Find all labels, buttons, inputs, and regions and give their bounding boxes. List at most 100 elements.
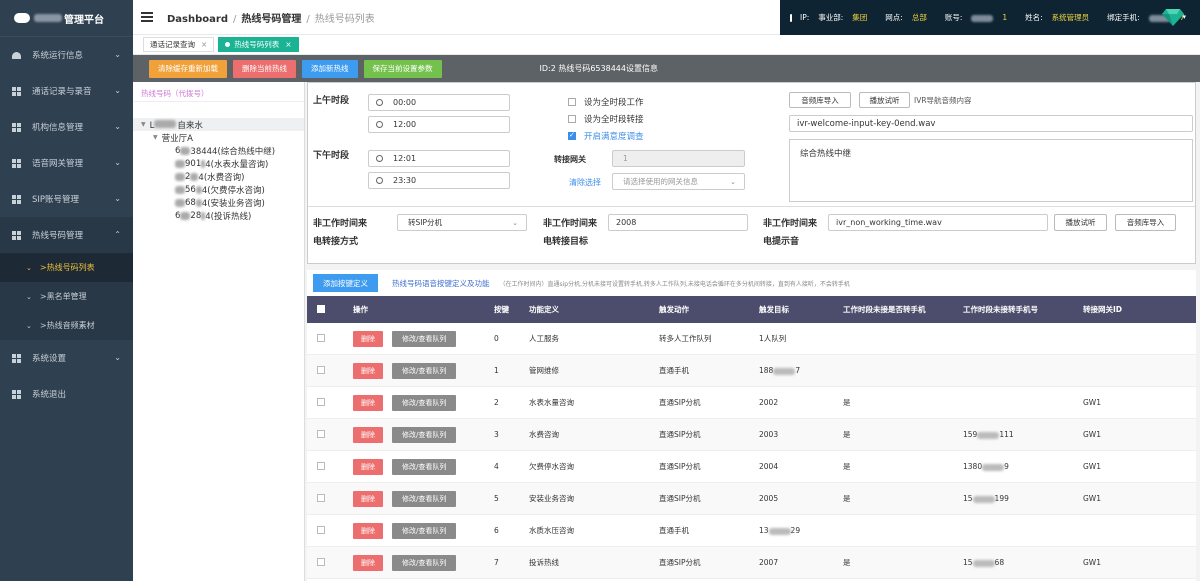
pm-period-label: 下午时段: [313, 151, 350, 161]
tab-hotline-list[interactable]: 热线号码列表 ×: [218, 37, 299, 52]
row-checkbox[interactable]: [317, 493, 325, 502]
account-info: 账号: 1: [944, 13, 1008, 22]
delete-button[interactable]: 删除: [353, 522, 383, 539]
offwork-target-input[interactable]: 2008: [608, 214, 748, 231]
sidebar-subitem-blacklist[interactable]: ⌄ >黑名单管理: [0, 282, 133, 311]
close-icon[interactable]: ×: [285, 40, 291, 49]
tree-leaf[interactable]: 2 4(水费咨询): [133, 170, 304, 183]
all-day-transfer-checkbox[interactable]: 设为全时段转接: [568, 113, 644, 125]
tree-node-label: L 自来水: [149, 119, 203, 131]
cell-target: 2005: [759, 494, 779, 503]
diamond-icon[interactable]: [1162, 7, 1184, 27]
edit-queue-button[interactable]: 修改/查看队列: [392, 458, 457, 475]
breadcrumb-dashboard[interactable]: Dashboard: [167, 14, 228, 25]
tree-leaf[interactable]: 56 4(欠费停水咨询): [133, 183, 304, 196]
cloud-upload-icon: [14, 13, 30, 23]
checkbox[interactable]: [568, 98, 576, 106]
sidebar-item-call-records[interactable]: 通话记录与录音 ⌄: [0, 73, 133, 109]
add-hotline-button[interactable]: 添加新热线: [302, 59, 358, 78]
row-checkbox[interactable]: [317, 429, 325, 438]
checkbox-checked[interactable]: [568, 131, 576, 140]
key-definition-link[interactable]: 热线号码语音按键定义及功能: [392, 278, 490, 289]
checkbox[interactable]: [568, 115, 576, 123]
sidebar-item-voice-gateway[interactable]: 语音网关管理 ⌄: [0, 145, 133, 181]
sidebar-item-label: 系统设置: [32, 354, 67, 364]
offwork-transfer-select[interactable]: 转SIP分机 ⌄: [397, 214, 527, 231]
sidebar-item-hotline[interactable]: 热线号码管理 ⌃: [0, 217, 133, 253]
hamburger-menu-icon[interactable]: [141, 12, 153, 22]
row-checkbox[interactable]: [317, 461, 325, 470]
tree-leaf[interactable]: 6 28 4(投诉热线): [133, 209, 304, 222]
offwork-audio-import-button[interactable]: 音频库导入: [1115, 214, 1176, 231]
sidebar-item-label: 通话记录与录音: [32, 87, 92, 97]
am-end-time-input[interactable]: 12:00: [368, 116, 510, 133]
row-checkbox[interactable]: [317, 525, 325, 534]
audio-library-import-button[interactable]: 音频库导入: [789, 92, 851, 108]
chevron-down-icon[interactable]: ▾: [1182, 13, 1186, 21]
delete-button[interactable]: 删除: [353, 554, 383, 571]
edit-queue-button[interactable]: 修改/查看队列: [392, 490, 457, 507]
am-start-time-input[interactable]: 00:00: [368, 94, 510, 111]
tree-leaf[interactable]: 901 4(水表水量咨询): [133, 157, 304, 170]
caret-down-icon[interactable]: ▼: [141, 121, 146, 128]
reload-cache-button[interactable]: 清除缓存重新加载: [149, 59, 227, 78]
delete-button[interactable]: 删除: [353, 426, 383, 443]
gateway-select[interactable]: 请选择使用的网关信息 ⌄: [612, 173, 745, 190]
hotline-settings-panel: 上午时段 00:00 12:00 下午时段 12:01 23:30 设为全时段工…: [307, 82, 1196, 264]
sidebar-item-settings[interactable]: 系统设置 ⌄: [0, 340, 133, 376]
tree-node-branch[interactable]: ▼ 营业厅A: [133, 131, 304, 144]
select-all-checkbox[interactable]: [317, 304, 325, 313]
edit-queue-button[interactable]: 修改/查看队列: [392, 554, 457, 571]
offwork-prompt-input[interactable]: ivr_non_working_time.wav: [828, 214, 1048, 231]
caret-down-icon[interactable]: ▼: [153, 134, 158, 141]
row-checkbox[interactable]: [317, 557, 325, 566]
gateway-input[interactable]: 1: [612, 150, 745, 167]
edit-queue-button[interactable]: 修改/查看队列: [392, 330, 457, 347]
sidebar-item-org-info[interactable]: 机构信息管理 ⌄: [0, 109, 133, 145]
chevron-down-icon: ⌄: [114, 353, 121, 362]
sidebar-item-system-status[interactable]: 系统运行信息 ⌄: [0, 37, 133, 73]
ivr-audio-file-input[interactable]: ivr-welcome-input-key-0end.wav: [789, 115, 1193, 132]
delete-button[interactable]: 删除: [353, 362, 383, 379]
sidebar-item-logout[interactable]: 系统退出: [0, 376, 133, 412]
breadcrumb-hotline[interactable]: 热线号码管理: [241, 14, 301, 25]
chevron-down-icon: ⌄: [114, 194, 121, 203]
delete-button[interactable]: 删除: [353, 458, 383, 475]
delete-button[interactable]: 删除: [353, 394, 383, 411]
tree-leaf[interactable]: 68 4(安装业务咨询): [133, 196, 304, 209]
tab-label: 通话记录查询: [150, 40, 195, 49]
row-checkbox[interactable]: [317, 397, 325, 406]
pm-start-time-input[interactable]: 12:01: [368, 150, 510, 167]
edit-queue-button[interactable]: 修改/查看队列: [392, 394, 457, 411]
save-settings-button[interactable]: 保存当前设置参数: [363, 59, 442, 78]
play-preview-button[interactable]: 播放试听: [859, 92, 910, 108]
close-icon[interactable]: ×: [201, 40, 207, 49]
delete-hotline-button[interactable]: 删除当前热线: [233, 59, 296, 78]
add-key-definition-button[interactable]: 添加按键定义: [313, 274, 378, 292]
edit-queue-button[interactable]: 修改/查看队列: [392, 362, 457, 379]
cell-function: 人工服务: [529, 334, 559, 343]
pm-end-time-input[interactable]: 23:30: [368, 172, 510, 189]
chevron-down-icon: ⌄: [114, 122, 121, 131]
grid-icon: [12, 353, 21, 363]
clear-selection-link[interactable]: 清除选择: [569, 177, 601, 188]
sidebar-subitem-hotline-list[interactable]: ⌄ >热线号码列表: [0, 253, 133, 282]
tab-call-records[interactable]: 通话记录查询 ×: [143, 37, 215, 52]
all-day-work-checkbox[interactable]: 设为全时段工作: [568, 96, 644, 108]
sidebar-item-sip-account[interactable]: SIP账号管理 ⌄: [0, 181, 133, 217]
tree-node-root[interactable]: ▼ L 自来水: [133, 118, 304, 131]
ivr-text-area[interactable]: 综合热线中继: [789, 139, 1193, 202]
satisfaction-survey-checkbox[interactable]: 开启满意度调查: [568, 130, 644, 142]
row-checkbox[interactable]: [317, 365, 325, 374]
delete-button[interactable]: 删除: [353, 490, 383, 507]
sidebar-subitem-audio[interactable]: ⌄ >热线音频素材: [0, 311, 133, 340]
edit-queue-button[interactable]: 修改/查看队列: [392, 426, 457, 443]
offwork-play-button[interactable]: 播放试听: [1054, 214, 1107, 231]
key-definition-table: 操作 按键 功能定义 触发动作 触发目标 工作时段未接是否转手机 工作时段未接转…: [307, 296, 1196, 581]
lock-icon[interactable]: [790, 13, 792, 22]
delete-button[interactable]: 删除: [353, 330, 383, 347]
edit-queue-button[interactable]: 修改/查看队列: [392, 522, 457, 539]
tree-leaf[interactable]: 6 38444(综合热线中继): [133, 144, 304, 157]
row-checkbox[interactable]: [317, 333, 325, 342]
table-row: 删除 修改/查看队列 4 欠费停水咨询 直通SIP分机 2004 是 1380 9 GW1: [307, 451, 1196, 483]
